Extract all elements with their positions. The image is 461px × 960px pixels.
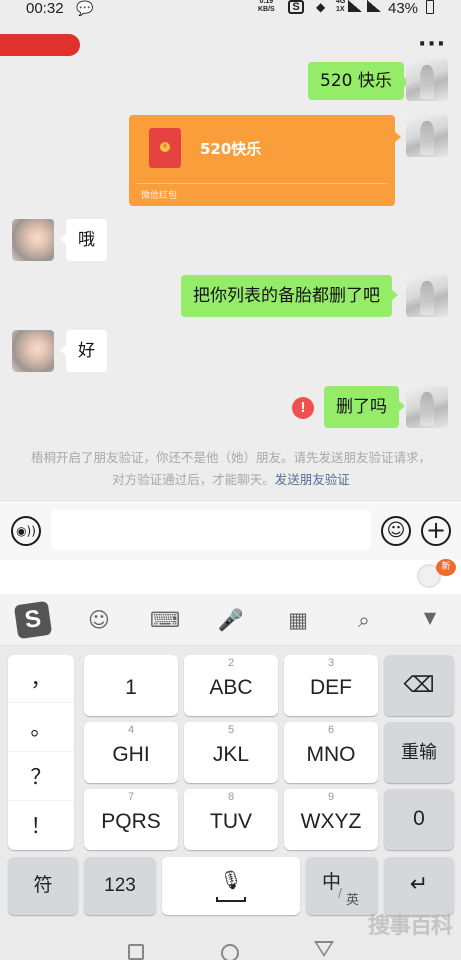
wechat-notification-icon: 💬 <box>76 0 94 16</box>
message-bubble-received[interactable]: 好 <box>60 330 107 372</box>
red-packet-icon: ¥ <box>149 128 181 168</box>
key-5[interactable]: 5 JKL <box>184 722 278 783</box>
key-2[interactable]: 2 ABC <box>184 655 278 716</box>
ime-toolbar: S ☺ ⌨ 🎤 ▦ ⌕ ▼ <box>0 594 461 646</box>
plus-icon[interactable]: + <box>421 516 451 546</box>
red-packet-footer: 微信红包 <box>141 191 178 201</box>
numeric-key[interactable]: 123 <box>84 857 156 915</box>
home-button[interactable] <box>221 944 239 960</box>
punctuation-column[interactable]: ， 。 ？ ！ <box>8 655 74 850</box>
punct-key[interactable]: 。 <box>8 704 74 752</box>
backspace-key[interactable]: ⌫ <box>384 655 454 716</box>
key-9[interactable]: 9 WXYZ <box>284 789 378 850</box>
emoji-icon[interactable]: ☺ <box>84 608 114 632</box>
watermark: 搜事百科 <box>368 914 453 939</box>
keyboard-icon[interactable]: ⌨ <box>150 608 180 632</box>
contact-name: 小桐 <box>0 34 80 56</box>
avatar-self[interactable] <box>406 59 448 101</box>
wifi-icon: ◆ <box>316 0 326 14</box>
avatar-contact[interactable] <box>12 219 54 261</box>
search-icon[interactable]: ⌕ <box>349 608 379 633</box>
message-bubble-sent[interactable]: 520 快乐 <box>308 62 410 100</box>
symbol-key[interactable]: 符 <box>8 857 78 915</box>
system-notice: 梧桐开启了朋友验证，你还不是他（她）朋友。请先发送朋友验证请求，对方验证通过后，… <box>26 447 436 491</box>
message-bubble-received[interactable]: 哦 <box>60 219 107 261</box>
input-bar: ◉)) ☺ + <box>0 500 461 560</box>
send-failed-icon[interactable]: ! <box>292 397 314 419</box>
emoji-icon[interactable]: ☺ <box>381 516 411 546</box>
red-packet-title: 520快乐 <box>200 140 262 158</box>
recents-button[interactable] <box>128 944 144 960</box>
back-button[interactable] <box>314 941 334 957</box>
message-input[interactable] <box>51 510 371 550</box>
enter-icon: ↵ <box>409 871 429 896</box>
reinput-key[interactable]: 重输 <box>384 722 454 783</box>
language-switch-key[interactable]: 中 / 英 <box>306 857 378 915</box>
key-7[interactable]: 7 PQRS <box>84 789 178 850</box>
avatar-contact[interactable] <box>12 330 54 372</box>
collapse-icon[interactable]: ▼ <box>415 608 445 627</box>
red-packet-divider <box>137 183 387 184</box>
new-badge: 新 <box>436 559 456 576</box>
send-verification-link[interactable]: 发送朋友验证 <box>275 472 350 487</box>
carrier-tag: 4G 1X <box>336 0 346 13</box>
t9-keyboard: ， 。 ？ ！ 1 2 ABC 3 DEF ⌫ 4 GHI 5 JKL 6 MN… <box>0 647 461 925</box>
avatar-self[interactable] <box>406 115 448 157</box>
avatar-self[interactable] <box>406 275 448 317</box>
punct-key[interactable]: ， <box>8 655 74 703</box>
layout-icon[interactable]: ▦ <box>283 608 313 632</box>
signal-icon-2 <box>367 0 381 12</box>
message-bubble-sent[interactable]: 把你列表的备胎都删了吧 <box>181 275 398 317</box>
network-speed: 0.19 KB/S <box>258 0 275 13</box>
key-4[interactable]: 4 GHI <box>84 722 178 783</box>
status-bar: 00:32 💬 0.19 KB/S S ◆ 4G 1X 43% <box>0 0 461 20</box>
key-6[interactable]: 6 MNO <box>284 722 378 783</box>
enter-key[interactable]: ↵ <box>384 857 454 915</box>
punct-key[interactable]: ！ <box>8 802 74 850</box>
punct-key[interactable]: ？ <box>8 753 74 801</box>
app-notification-icon: S <box>288 0 304 14</box>
space-bar-icon <box>216 897 246 902</box>
signal-icon <box>348 0 362 12</box>
key-3[interactable]: 3 DEF <box>284 655 378 716</box>
space-key[interactable]: 🎙 <box>162 857 300 915</box>
status-time: 00:32 <box>26 0 64 17</box>
avatar-self[interactable] <box>406 386 448 428</box>
system-notice-text: 梧桐开启了朋友验证，你还不是他（她）朋友。请先发送朋友验证请求，对方验证通过后，… <box>30 450 431 487</box>
ime-candidate-bar: 新 <box>0 559 461 594</box>
message-bubble-sent[interactable]: 删了吗 <box>324 386 405 428</box>
key-1[interactable]: 1 <box>84 655 178 716</box>
microphone-icon: 🎙 <box>219 870 243 890</box>
sogou-logo-icon[interactable]: S <box>13 600 53 640</box>
battery-icon <box>426 0 434 14</box>
red-packet-card[interactable]: ¥ 520快乐 微信红包 <box>129 115 401 206</box>
microphone-icon[interactable]: 🎤 <box>216 608 246 633</box>
more-button[interactable]: ··· <box>418 34 446 56</box>
voice-icon[interactable]: ◉)) <box>11 516 41 546</box>
key-8[interactable]: 8 TUV <box>184 789 278 850</box>
backspace-icon: ⌫ <box>403 672 435 697</box>
battery-percent: 43% <box>388 0 419 17</box>
key-0[interactable]: 0 <box>384 789 454 850</box>
